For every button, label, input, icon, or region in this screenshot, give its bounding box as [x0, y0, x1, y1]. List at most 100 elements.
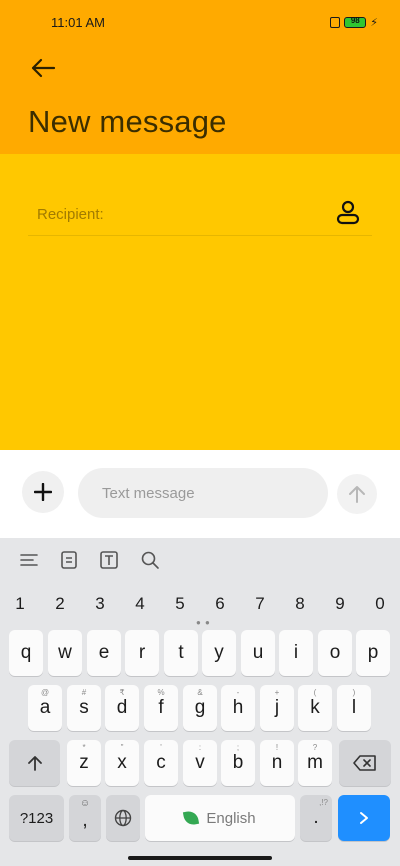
key-k[interactable]: (k	[298, 685, 332, 731]
language-label: English	[206, 809, 256, 827]
backspace-icon	[353, 755, 376, 771]
key-u[interactable]: u	[241, 630, 275, 676]
page-title: New message	[28, 104, 227, 139]
key-o[interactable]: o	[318, 630, 352, 676]
text-message-input[interactable]: Text message	[78, 468, 328, 518]
key-z[interactable]: * z	[67, 740, 101, 786]
comma-label: ,	[82, 810, 88, 831]
key-label: k	[310, 697, 320, 718]
key-label: a	[39, 697, 51, 718]
back-arrow-icon[interactable]	[28, 56, 58, 80]
key-j[interactable]: + j	[260, 685, 294, 731]
keyboard-toolbar	[0, 538, 400, 582]
key-label: h	[232, 697, 244, 718]
key-label: b	[232, 752, 244, 773]
key-5[interactable]: 5	[160, 594, 200, 613]
battery-icon: 98	[344, 16, 367, 28]
search-icon[interactable]	[140, 550, 160, 570]
key-f[interactable]: % f	[144, 685, 178, 731]
key-hint: &	[197, 688, 203, 697]
key-label: f	[158, 697, 164, 718]
charging-icon: ⚡	[370, 17, 378, 29]
key-hint: :	[198, 743, 202, 752]
space-key[interactable]: English	[145, 795, 295, 841]
key-d[interactable]: ₹ d	[105, 685, 139, 731]
key-l[interactable]: ) l	[337, 685, 371, 731]
send-button[interactable]	[337, 474, 377, 514]
key-hint: !	[275, 743, 279, 752]
key-v[interactable]: :v	[183, 740, 217, 786]
battery-level: 98	[350, 16, 360, 25]
key-label: m	[307, 752, 323, 773]
shift-key[interactable]	[9, 740, 60, 786]
key-n[interactable]: ! n	[260, 740, 294, 786]
key-c[interactable]: ' c	[144, 740, 178, 786]
key-hint: "	[120, 743, 124, 752]
key-hint: (	[313, 688, 317, 697]
key-label: d	[116, 697, 128, 718]
key-s[interactable]: # s	[67, 685, 101, 731]
key-label: z	[79, 752, 89, 773]
key-label: j	[274, 697, 280, 718]
text-edit-icon[interactable]	[99, 550, 119, 570]
clipboard-icon[interactable]	[59, 550, 79, 570]
key-hint: +	[274, 688, 280, 697]
key-hint: *	[82, 743, 86, 752]
key-p[interactable]: p	[356, 630, 390, 676]
leaf-icon	[183, 809, 200, 827]
key-1[interactable]: 1	[0, 594, 40, 613]
key-hint: @	[40, 688, 50, 697]
attach-button[interactable]	[22, 471, 64, 513]
period-key[interactable]: ,!? .	[300, 795, 332, 841]
vibrate-icon	[330, 17, 341, 28]
symbols-key[interactable]: ?123	[9, 795, 64, 841]
key-h[interactable]: -h	[221, 685, 255, 731]
key-i[interactable]: i	[279, 630, 313, 676]
key-q[interactable]: q	[9, 630, 43, 676]
key-label: l	[351, 697, 357, 718]
composer-bar: Text message	[0, 450, 400, 538]
key-x[interactable]: " x	[105, 740, 139, 786]
key-y[interactable]: y	[202, 630, 236, 676]
key-0[interactable]: 0	[360, 594, 400, 613]
enter-key[interactable]	[338, 795, 390, 841]
key-2[interactable]: 2	[40, 594, 80, 613]
key-label: c	[156, 752, 166, 773]
backspace-key[interactable]	[339, 740, 391, 786]
key-3[interactable]: 3	[80, 594, 120, 613]
key-9[interactable]: 9	[320, 594, 360, 613]
home-indicator	[128, 856, 272, 860]
key-7[interactable]: 7	[240, 594, 280, 613]
key-r[interactable]: r	[125, 630, 159, 676]
key-hint: ;	[236, 743, 240, 752]
shift-icon	[27, 756, 42, 771]
key-4[interactable]: 4	[120, 594, 160, 613]
key-w[interactable]: w	[48, 630, 82, 676]
key-label: s	[79, 697, 89, 718]
status-time: 11:01 AM	[51, 15, 105, 30]
key-label: n	[271, 752, 283, 773]
text-message-placeholder: Text message	[102, 485, 195, 502]
key-t[interactable]: t	[164, 630, 198, 676]
key-a[interactable]: @ a	[28, 685, 62, 731]
key-hint: '	[160, 743, 162, 752]
key-e[interactable]: e	[87, 630, 121, 676]
language-key[interactable]	[106, 795, 140, 841]
key-hint: %	[157, 688, 165, 697]
message-body: Recipient:	[0, 154, 400, 450]
key-hint: ₹	[119, 688, 125, 697]
key-g[interactable]: & g	[183, 685, 217, 731]
contact-picker-icon[interactable]	[336, 200, 360, 226]
key-8[interactable]: 8	[280, 594, 320, 613]
key-label: g	[194, 697, 206, 718]
globe-icon	[114, 809, 132, 827]
key-m[interactable]: ? m	[298, 740, 332, 786]
key-hint: -	[236, 688, 240, 697]
key-label: v	[195, 752, 205, 773]
plus-icon	[34, 483, 52, 501]
menu-lines-icon[interactable]	[19, 550, 39, 570]
emoji-comma-key[interactable]: ☺ ,	[69, 795, 101, 841]
key-b[interactable]: ; b	[221, 740, 255, 786]
recipient-field[interactable]: Recipient:	[28, 190, 372, 236]
key-6[interactable]: 6	[200, 594, 240, 613]
